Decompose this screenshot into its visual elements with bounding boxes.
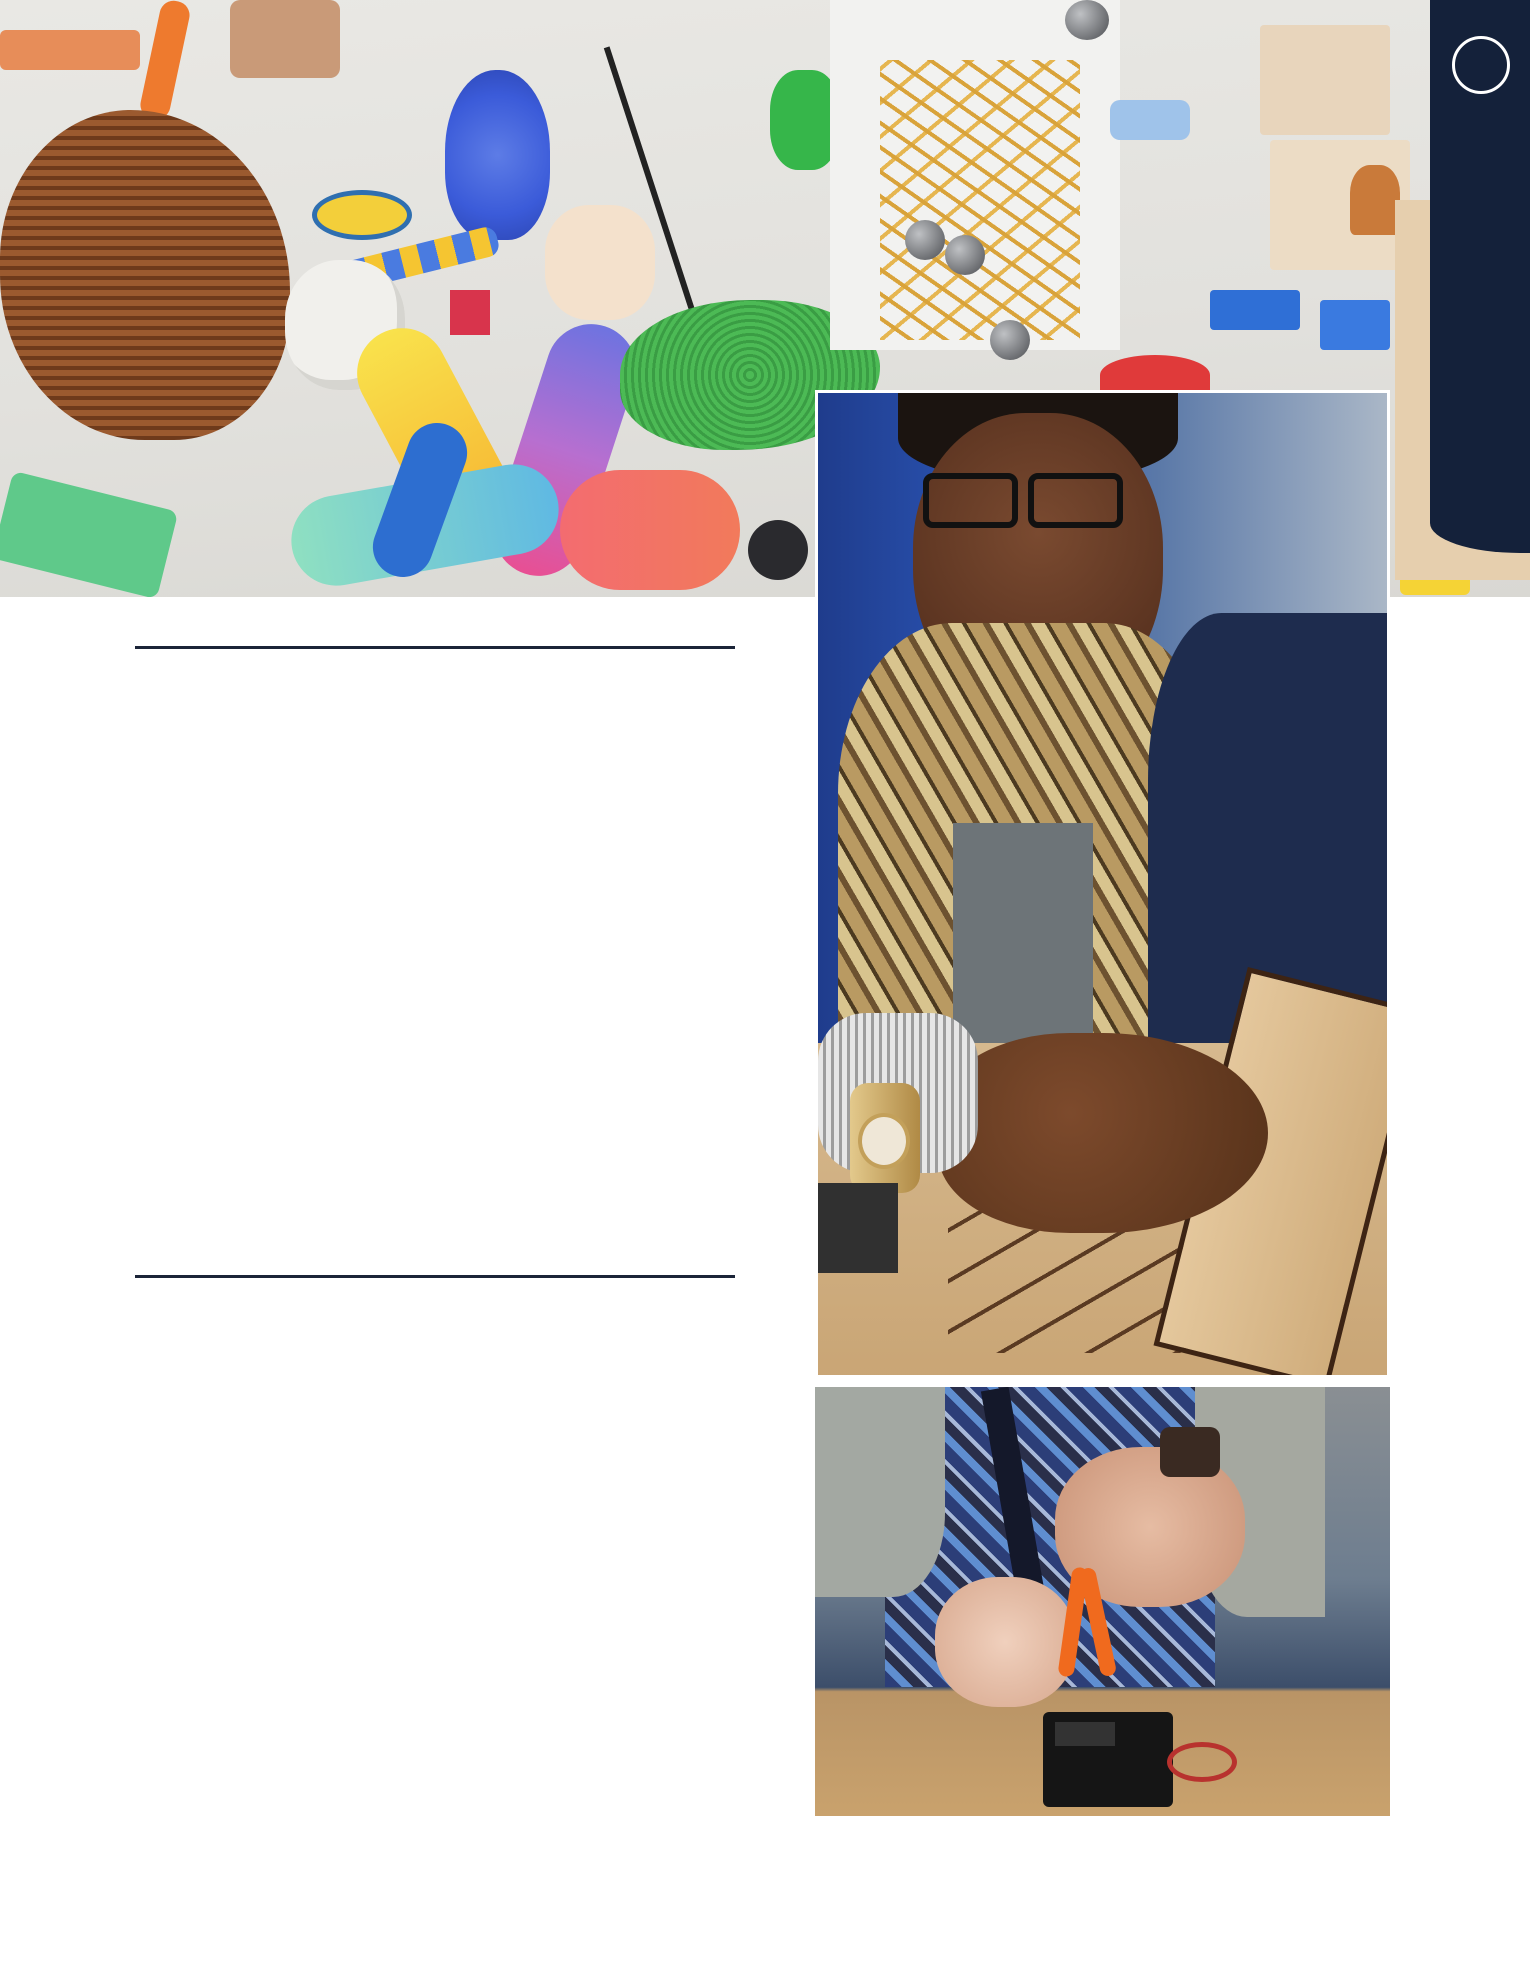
divider-bottom	[135, 1275, 735, 1278]
circle-outline-icon	[1452, 36, 1510, 94]
hands-photo	[815, 1387, 1390, 1816]
portrait-photo	[815, 390, 1390, 1378]
divider-top	[135, 646, 735, 649]
